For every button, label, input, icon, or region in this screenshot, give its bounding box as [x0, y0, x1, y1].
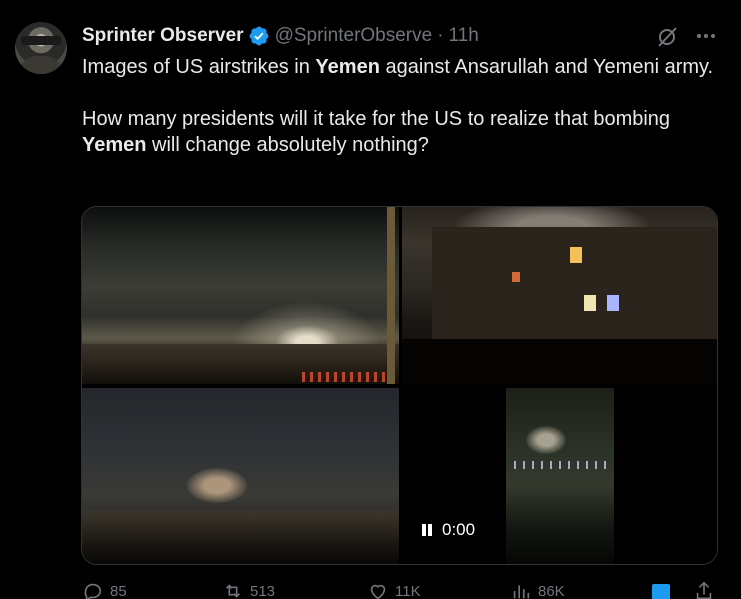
avatar[interactable]: [15, 22, 67, 74]
avatar-band: [21, 36, 61, 45]
city-lights: [514, 461, 609, 469]
repost-button[interactable]: 513: [222, 580, 275, 599]
media-video[interactable]: 0:00: [402, 388, 717, 564]
pause-icon[interactable]: [420, 523, 434, 537]
tweet-text: Images of US airstrikes in Yemen against…: [82, 54, 722, 158]
smoke: [526, 426, 566, 454]
bookmark-icon[interactable]: [652, 584, 670, 599]
lit-window: [512, 272, 520, 282]
hashtag-yemen[interactable]: Yemen: [82, 134, 146, 156]
tweet-text-span: How many presidents will it take for the…: [82, 108, 671, 130]
verified-icon[interactable]: [248, 25, 270, 47]
video-controls[interactable]: 0:00: [420, 520, 475, 540]
repost-count: 513: [250, 582, 276, 599]
author-handle[interactable]: @SprinterObserve: [275, 25, 433, 47]
tweet-paragraph-2: How many presidents will it take for the…: [82, 106, 722, 158]
views-icon: [513, 585, 530, 599]
like-button[interactable]: 11K: [367, 580, 421, 599]
heart-icon: [370, 584, 386, 599]
hashtag-yemen[interactable]: Yemen: [315, 56, 379, 78]
smoke: [187, 468, 247, 503]
pole: [387, 207, 395, 384]
media-grid: 0:00: [81, 206, 718, 565]
views-count: 86K: [538, 582, 565, 599]
dark-ground: [402, 339, 717, 384]
video-frame: [506, 388, 614, 564]
tweet-text-span: Images of US airstrikes in: [82, 56, 316, 78]
media-image-3[interactable]: [82, 388, 399, 564]
like-count: 11K: [395, 582, 421, 599]
video-time: 0:00: [442, 520, 476, 539]
tweet-text-span: will change absolutely nothing?: [146, 134, 429, 156]
tweet-text-span: against Ansarullah and Yemeni army.: [379, 56, 714, 78]
share-icon[interactable]: [693, 580, 715, 599]
reply-button[interactable]: 85: [82, 580, 127, 599]
tweet-paragraph-1: Images of US airstrikes in Yemen against…: [82, 54, 722, 80]
media-image-2[interactable]: [402, 207, 717, 384]
reply-icon: [84, 583, 102, 599]
tweet[interactable]: Sprinter Observer @SprinterObserve · 11h…: [0, 0, 741, 599]
reply-count: 85: [110, 582, 127, 599]
lit-window: [570, 247, 582, 263]
views-button[interactable]: 86K: [510, 580, 565, 599]
action-bar: 85 513 11K 86K: [82, 580, 722, 599]
more-icon[interactable]: [694, 26, 718, 46]
separator-dot: ·: [437, 25, 444, 46]
repost-icon: [225, 584, 241, 598]
grok-icon[interactable]: [655, 25, 679, 49]
timestamp[interactable]: 11h: [449, 25, 479, 47]
city-lights: [302, 372, 392, 382]
avatar-body: [19, 56, 63, 74]
tweet-header: Sprinter Observer @SprinterObserve · 11h: [82, 24, 479, 48]
building: [432, 227, 717, 347]
author-name[interactable]: Sprinter Observer: [82, 25, 244, 47]
lit-window: [584, 295, 596, 311]
lit-window: [607, 295, 619, 311]
city-silhouette: [82, 511, 399, 564]
media-image-1[interactable]: [82, 207, 399, 384]
